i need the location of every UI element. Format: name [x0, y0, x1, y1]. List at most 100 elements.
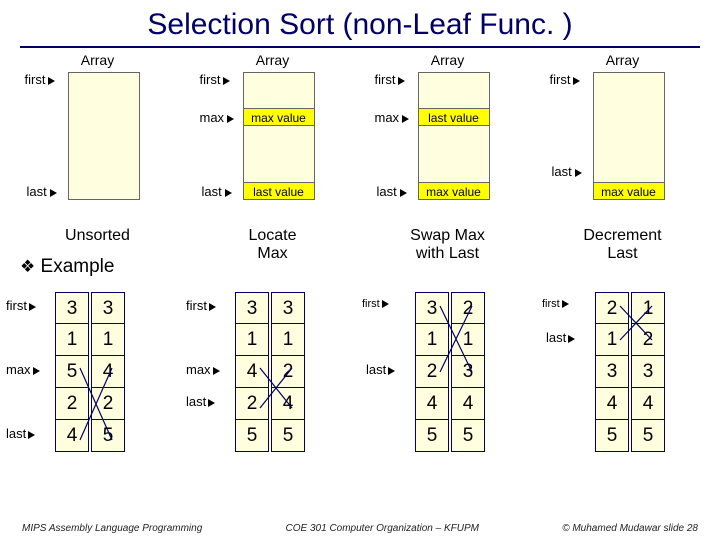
- num-cell: 5: [235, 420, 269, 452]
- num-cell: 2: [415, 356, 449, 388]
- array-box: [243, 72, 315, 200]
- num-cell: 1: [415, 324, 449, 356]
- num-cell: 3: [415, 292, 449, 324]
- num-col: 3 1 2 4 5: [415, 292, 449, 452]
- ptr-max: max: [6, 362, 40, 377]
- footer-right: © Muhamed Mudawar slide 28: [562, 523, 698, 534]
- num-cell: 2: [271, 356, 305, 388]
- cell-maxval: max value: [593, 182, 665, 200]
- caption-line: Last: [607, 245, 637, 262]
- ptr-last: last: [546, 330, 575, 345]
- ptr-first: first: [186, 298, 216, 313]
- num-cell: 4: [595, 388, 629, 420]
- caption-decr: Decrement Last: [538, 227, 708, 262]
- num-cell: 5: [451, 420, 485, 452]
- ptr-max: max: [186, 362, 220, 377]
- num-cell: 1: [55, 324, 89, 356]
- num-cell: 2: [91, 388, 125, 420]
- num-cell: 3: [91, 292, 125, 324]
- array-box: [593, 72, 665, 200]
- caption-swap: Swap Max with Last: [363, 227, 533, 262]
- ptr-first: first: [362, 298, 389, 310]
- ptr-first: first: [200, 72, 231, 87]
- ptr-first: first: [25, 72, 56, 87]
- ptr-last: last: [186, 394, 215, 409]
- num-col: 1 2 3 4 5: [631, 292, 665, 452]
- example-heading: ❖ Example: [20, 256, 114, 278]
- ptr-last: last: [366, 362, 395, 377]
- num-cell: 1: [271, 324, 305, 356]
- ptr-last: last: [27, 184, 57, 199]
- caption-line: with Last: [416, 245, 479, 262]
- num-cell: 3: [55, 292, 89, 324]
- caption-line: Decrement: [583, 227, 661, 244]
- ptr-last: last: [552, 164, 582, 179]
- num-cell: 1: [235, 324, 269, 356]
- num-cell: 4: [91, 356, 125, 388]
- num-cell: 5: [415, 420, 449, 452]
- array-label: Array: [188, 52, 358, 68]
- col-group-1: first max last 3 1 4 2 5 3 1 2 4 5: [180, 292, 360, 452]
- num-col: 3 1 4 2 5: [235, 292, 269, 452]
- concept-row: Array first last Unsorted Array first ma…: [10, 52, 710, 70]
- num-cell: 1: [91, 324, 125, 356]
- caption-unsorted: Unsorted: [13, 227, 183, 245]
- num-cell: 2: [595, 292, 629, 324]
- array-box: [68, 72, 140, 200]
- num-col: 3 1 5 2 4: [55, 292, 89, 452]
- num-cell: 4: [55, 420, 89, 452]
- ptr-last: last: [6, 426, 35, 441]
- caption-line: Max: [257, 245, 287, 262]
- num-cell: 3: [595, 356, 629, 388]
- num-cell: 1: [631, 292, 665, 324]
- caption-line: Swap Max: [410, 227, 485, 244]
- footer-left: MIPS Assembly Language Programming: [22, 523, 202, 534]
- num-col: 3 1 2 4 5: [271, 292, 305, 452]
- num-cell: 5: [91, 420, 125, 452]
- array-block-3: Array first last max value Decrement Las…: [538, 52, 708, 70]
- ptr-max: max: [375, 110, 410, 125]
- num-cell: 4: [631, 388, 665, 420]
- array-block-1: Array first max max value last last valu…: [188, 52, 358, 70]
- ptr-first: first: [375, 72, 406, 87]
- array-label: Array: [13, 52, 183, 68]
- num-cell: 2: [235, 388, 269, 420]
- num-cell: 3: [451, 356, 485, 388]
- num-col: 3 1 4 2 5: [91, 292, 125, 452]
- num-cell: 2: [451, 292, 485, 324]
- caption-locate: Locate Max: [188, 227, 358, 262]
- num-cell: 4: [271, 388, 305, 420]
- example-columns: first max last 3 1 5 2 4 3 1 4 2 5 first…: [0, 292, 720, 452]
- num-cell: 5: [631, 420, 665, 452]
- num-cell: 3: [235, 292, 269, 324]
- example-label: Example: [41, 256, 115, 277]
- num-col: 2 1 3 4 5: [451, 292, 485, 452]
- cell-lastval: last value: [243, 182, 315, 200]
- ptr-first: first: [550, 72, 581, 87]
- num-cell: 1: [451, 324, 485, 356]
- array-block-2: Array first max last value last max valu…: [363, 52, 533, 70]
- cell-maxval: max value: [243, 108, 315, 126]
- num-cell: 4: [451, 388, 485, 420]
- num-cell: 3: [271, 292, 305, 324]
- array-block-0: Array first last Unsorted: [13, 52, 183, 70]
- cell-lastval: last value: [418, 108, 490, 126]
- footer-mid: COE 301 Computer Organization – KFUPM: [286, 523, 479, 534]
- ptr-max: max: [200, 110, 235, 125]
- col-group-0: first max last 3 1 5 2 4 3 1 4 2 5: [0, 292, 180, 452]
- page-title: Selection Sort (non-Leaf Func. ): [20, 0, 700, 48]
- caption-line: Locate: [248, 227, 296, 244]
- num-cell: 3: [631, 356, 665, 388]
- ptr-first: first: [6, 298, 36, 313]
- array-label: Array: [538, 52, 708, 68]
- num-cell: 5: [271, 420, 305, 452]
- num-cell: 4: [415, 388, 449, 420]
- num-cell: 2: [55, 388, 89, 420]
- col-group-2: first last 3 1 2 4 5 2 1 3 4 5: [360, 292, 540, 452]
- cell-maxval: max value: [418, 182, 490, 200]
- ptr-first: first: [542, 298, 569, 310]
- num-col: 2 1 3 4 5: [595, 292, 629, 452]
- bullet-icon: ❖: [20, 257, 35, 276]
- num-cell: 4: [235, 356, 269, 388]
- ptr-last: last: [377, 184, 407, 199]
